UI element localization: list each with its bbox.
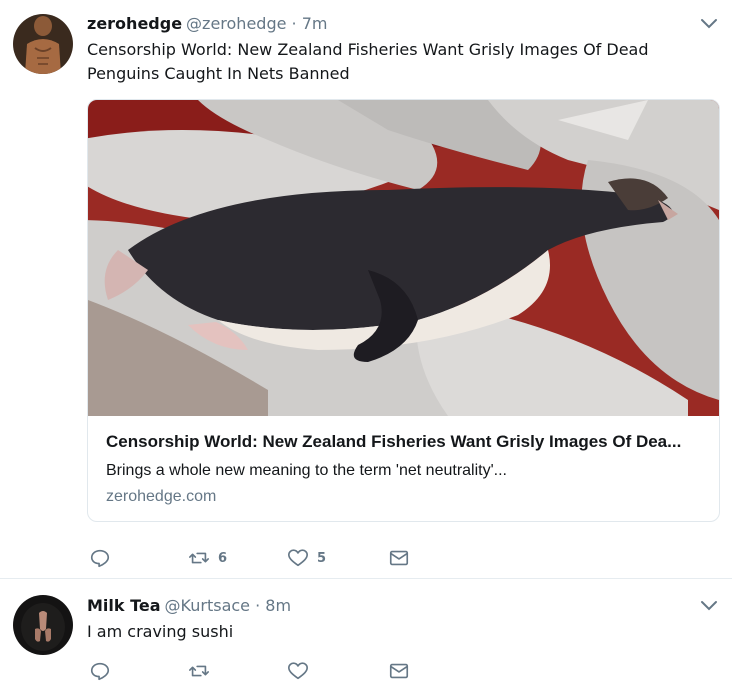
card-image[interactable] <box>88 100 719 416</box>
like-count: 5 <box>317 550 327 566</box>
tweet-text: I am craving sushi <box>87 622 234 641</box>
chevron-down-icon[interactable] <box>700 599 718 613</box>
avatar[interactable] <box>13 595 73 655</box>
tweet-header: Milk Tea @Kurtsace · 8m <box>87 596 291 616</box>
chevron-down-icon[interactable] <box>700 17 718 31</box>
retweet-count: 6 <box>218 550 228 566</box>
handle[interactable]: @Kurtsace <box>165 596 250 615</box>
timestamp[interactable]: 8m <box>265 596 291 615</box>
direct-message-button[interactable] <box>388 659 410 683</box>
tweet[interactable]: Milk Tea @Kurtsace · 8m I am craving sush… <box>0 578 732 688</box>
card-domain: zerohedge.com <box>106 488 217 505</box>
tweet-header: zerohedge @zerohedge · 7m <box>87 14 328 34</box>
display-name[interactable]: Milk Tea <box>87 596 161 615</box>
reply-icon <box>90 662 110 681</box>
tweet-actions <box>87 659 487 683</box>
envelope-icon <box>389 550 409 566</box>
retweet-button[interactable]: 6 <box>188 546 227 570</box>
display-name[interactable]: zerohedge <box>87 14 182 33</box>
link-card[interactable]: Censorship World: New Zealand Fisheries … <box>87 99 720 522</box>
direct-message-button[interactable] <box>388 546 410 570</box>
heart-icon <box>288 662 308 680</box>
avatar[interactable] <box>13 14 73 74</box>
card-description: Brings a whole new meaning to the term '… <box>106 462 507 479</box>
retweet-icon <box>189 552 209 564</box>
like-button[interactable] <box>287 659 317 683</box>
retweet-icon <box>189 665 209 677</box>
retweet-button[interactable] <box>188 659 218 683</box>
handle[interactable]: @zerohedge <box>186 14 286 33</box>
card-title[interactable]: Censorship World: New Zealand Fisheries … <box>106 431 706 453</box>
like-button[interactable]: 5 <box>287 546 326 570</box>
tweet[interactable]: zerohedge @zerohedge · 7m Censorship Worl… <box>0 0 732 578</box>
reply-button[interactable] <box>89 659 111 683</box>
reply-icon <box>90 549 110 568</box>
separator-dot: · <box>291 14 297 33</box>
tweet-text: Censorship World: New Zealand Fisheries … <box>87 40 649 83</box>
envelope-icon <box>389 663 409 679</box>
heart-icon <box>288 549 308 567</box>
reply-button[interactable] <box>89 546 111 570</box>
timestamp[interactable]: 7m <box>302 14 328 33</box>
tweet-actions: 6 5 <box>87 546 487 570</box>
separator-dot: · <box>255 596 261 615</box>
